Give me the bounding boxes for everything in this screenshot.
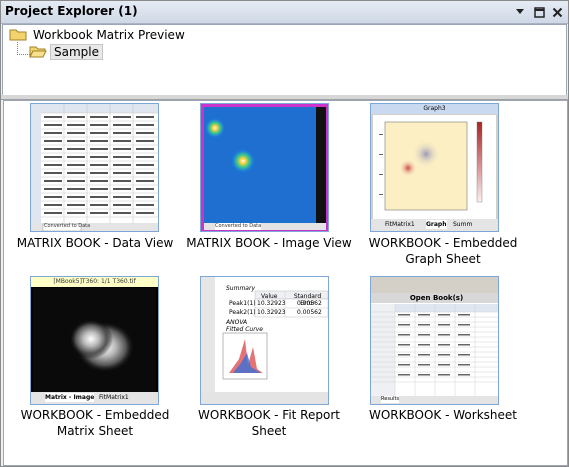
graph-preview-graphic — [371, 115, 498, 231]
preview-caption: WORKBOOK - Fit Report Sheet — [198, 408, 340, 438]
preview-item[interactable]: Open Book(s) Results WORKBOOK - Workshee… — [358, 276, 528, 441]
worksheet-preview-graphic — [371, 277, 498, 404]
preview-caption: MATRIX BOOK - Image View — [186, 236, 352, 250]
sheet-tab-active: Results — [381, 396, 400, 403]
folder-icon — [9, 27, 27, 44]
preview-caption: MATRIX BOOK - Data View — [16, 236, 174, 250]
report-value-1: 10.32923 — [257, 300, 286, 307]
panel-title: Project Explorer (1) — [5, 4, 138, 18]
sheet-tab: FitMatrix1 — [385, 221, 415, 228]
report-row-peak1: Peak1(1) — [229, 300, 256, 307]
report-col-value: Value — [261, 293, 278, 300]
preview-item[interactable]: Graph3 FitMatrix1 Graph Summ WORKBOOK - … — [358, 103, 528, 268]
folder-tree: Workbook Matrix Preview Sample — [2, 24, 567, 96]
matrix-data-thumbnail: Converted to Data — [30, 103, 159, 232]
project-explorer-panel: Project Explorer (1) Workbook Matrix Pre… — [0, 0, 569, 467]
panel-title-bar: Project Explorer (1) — [1, 1, 568, 24]
sheet-tab-label: Converted to Data — [44, 223, 91, 229]
report-row-anova: ANOVA — [226, 319, 248, 326]
dropdown-arrow-icon[interactable] — [513, 5, 527, 19]
preview-grid: Converted to Data MATRIX BOOK - Data Vie… — [3, 100, 568, 466]
tree-root-folder[interactable]: Workbook Matrix Preview — [9, 26, 188, 44]
tree-child-label: Sample — [50, 44, 103, 60]
sheet-tab-active: Graph — [426, 220, 447, 229]
report-row-summary: Summary — [226, 285, 255, 292]
graph-sheet-thumbnail: Graph3 FitMatrix1 Graph Summ — [370, 103, 499, 232]
preview-item[interactable]: Converted to Data MATRIX BOOK - Data Vie… — [10, 103, 180, 268]
preview-item[interactable]: Converted to Data MATRIX BOOK - Image Vi… — [184, 103, 354, 268]
close-icon[interactable] — [550, 5, 564, 19]
maximize-icon[interactable] — [532, 5, 546, 19]
tree-root-label: Workbook Matrix Preview — [33, 28, 185, 42]
sheet-tab-label: Converted to Data — [215, 223, 262, 230]
report-error-1: 0.00562 — [297, 300, 322, 307]
fit-report-thumbnail: Summary Value Standard Error Peak1(1) 10… — [200, 276, 329, 405]
open-folder-icon — [29, 44, 47, 61]
preview-caption: WORKBOOK - Worksheet — [369, 408, 517, 422]
preview-item[interactable]: [MBook5]T360: 1/1 T360.tif Matrix - Imag… — [10, 276, 180, 441]
report-error-2: 0.00562 — [297, 309, 322, 316]
sheet-tab-active: Matrix - Image — [45, 393, 95, 402]
tree-item-sample[interactable]: Sample — [29, 43, 103, 61]
report-row-peak2: Peak2(1) — [229, 309, 256, 316]
preview-item[interactable]: Summary Value Standard Error Peak1(1) 10… — [184, 276, 354, 441]
sheet-tab: Summ — [453, 221, 473, 228]
preview-caption: WORKBOOK - Embedded Graph Sheet — [368, 236, 518, 266]
report-row-fitted-curve: Fitted Curve — [226, 326, 263, 333]
worksheet-thumbnail: Open Book(s) Results — [370, 276, 499, 405]
preview-caption: WORKBOOK - Embedded Matrix Sheet — [20, 408, 170, 438]
sheet-tab: FitMatrix1 — [99, 394, 129, 401]
grayscale-image-graphic — [31, 288, 158, 404]
spreadsheet-preview-graphic — [31, 104, 158, 231]
heatmap-preview-graphic — [204, 107, 326, 230]
report-value-2: 10.32923 — [257, 309, 286, 316]
matrix-image-thumbnail: Converted to Data — [200, 103, 329, 232]
embedded-matrix-thumbnail: [MBook5]T360: 1/1 T360.tif Matrix - Imag… — [30, 276, 159, 405]
